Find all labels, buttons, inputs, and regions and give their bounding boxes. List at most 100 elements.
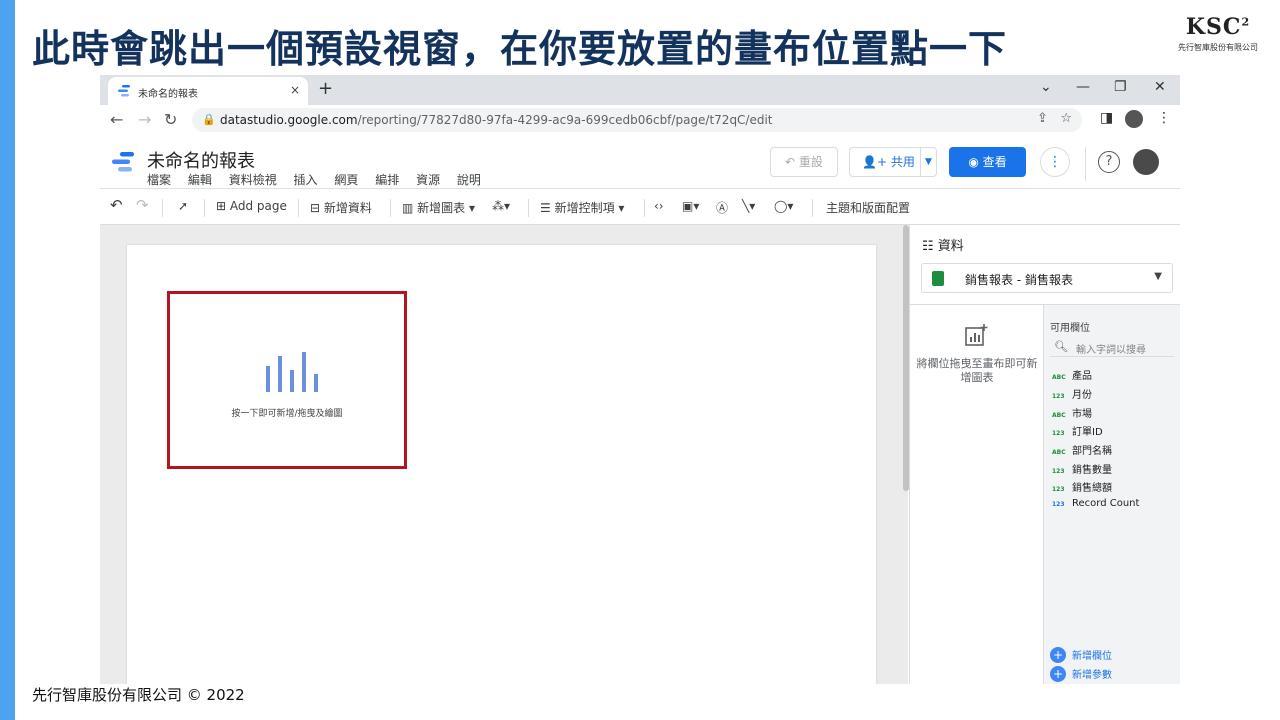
menu-arrange[interactable]: 編排: [375, 173, 399, 187]
text-type-icon: ABC: [1052, 449, 1066, 456]
header-divider: [1085, 147, 1086, 181]
image-icon[interactable]: ▣▾: [682, 199, 699, 213]
menu-data-view[interactable]: 資料檢視: [229, 173, 277, 187]
browser-tab[interactable]: 未命名的報表 ×: [108, 77, 308, 105]
number-type-icon: 123: [1052, 430, 1065, 437]
panel-title: ☷ 資料: [922, 239, 964, 254]
logo-mark: KSC2: [1185, 14, 1251, 40]
app-header: 未命名的報表 檔案 編輯 資料檢視 插入 網頁 編排 資源 說明 ↶ 重設 👤+…: [100, 137, 1180, 189]
profile-avatar[interactable]: [1125, 110, 1143, 128]
filter-icon: ☰: [540, 201, 555, 215]
address-bar-row: ← → ↻ 🔒 datastudio.google.com/reporting/…: [100, 105, 1180, 135]
field-item[interactable]: 123 月份: [1052, 386, 1092, 404]
text-type-icon: ABC: [1052, 412, 1066, 419]
field-label: 產品: [1072, 371, 1092, 382]
canvas-workspace: 按一下即可新增/拖曳及繪圖: [100, 225, 908, 684]
field-item[interactable]: 123 Record Count: [1052, 498, 1139, 516]
field-item[interactable]: ABC 產品: [1052, 367, 1092, 385]
select-pointer-icon[interactable]: ➚: [178, 199, 188, 213]
eye-icon: ◉: [968, 155, 983, 169]
embed-code-icon[interactable]: ‹›: [654, 199, 664, 213]
company-logo: KSC2 先行智庫股份有限公司: [1176, 14, 1260, 66]
add-data-button[interactable]: ⊟ 新增資料: [310, 199, 372, 216]
undo-icon[interactable]: ↶: [110, 196, 123, 214]
reset-button[interactable]: ↶ 重設: [770, 147, 838, 177]
drop-hint: 將欄位拖曳至畫布即可新增圖表: [916, 357, 1038, 384]
datasource-select[interactable]: 銷售報表 - 銷售報表 ▼: [921, 263, 1173, 293]
menu-file[interactable]: 檔案: [147, 173, 171, 187]
add-control-button[interactable]: ☰ 新增控制項 ▾: [540, 199, 624, 216]
minimize-button[interactable]: —: [1076, 79, 1090, 95]
field-item[interactable]: 123 銷售數量: [1052, 461, 1112, 479]
menu-edit[interactable]: 編輯: [188, 173, 212, 187]
text-box-icon[interactable]: Ⓐ: [716, 199, 728, 216]
report-canvas[interactable]: 按一下即可新增/拖曳及繪圖: [127, 245, 876, 684]
redo-icon[interactable]: ↷: [136, 196, 149, 214]
close-window-button[interactable]: ✕: [1154, 79, 1166, 95]
search-icon: 🔍︎: [1054, 340, 1068, 353]
restore-button[interactable]: ❐: [1114, 79, 1127, 95]
field-label: 市場: [1072, 409, 1092, 420]
field-label: 訂單ID: [1072, 427, 1103, 438]
number-type-icon: 123: [1052, 468, 1065, 475]
toolbar-divider: [644, 199, 645, 217]
tab-strip: 未命名的報表 × + ⌄ — ❐ ✕: [100, 75, 1180, 105]
toolbar-divider: [204, 199, 205, 217]
available-fields: 可用欄位 🔍︎ 輸入字詞以搜尋 ABC 產品 123 月份 ABC 市場 123 訂單I…: [1044, 304, 1180, 684]
menu-help[interactable]: 說明: [457, 173, 481, 187]
field-item[interactable]: ABC 市場: [1052, 405, 1092, 423]
url-input[interactable]: 🔒 datastudio.google.com/reporting/77827d…: [192, 108, 1082, 132]
toolbar-divider: [298, 199, 299, 217]
tab-close-icon[interactable]: ×: [290, 83, 300, 97]
editor-toolbar: ↶ ↷ ➚ ⊞ Add page ⊟ 新增資料 ▥ 新增圖表 ▾ ⁂▾ ☰ 新增…: [100, 191, 1180, 225]
user-avatar[interactable]: [1133, 149, 1159, 175]
logo-subtitle: 先行智庫股份有限公司: [1178, 43, 1258, 52]
slide-title: 此時會跳出一個預設視窗，在你要放置的畫布位置點一下: [32, 27, 1008, 71]
add-parameter-button[interactable]: + 新增參數: [1050, 666, 1112, 682]
add-person-icon: 👤+: [862, 155, 891, 169]
reload-icon[interactable]: ↻: [164, 110, 177, 129]
text-type-icon: ABC: [1052, 374, 1066, 381]
metric-type-icon: 123: [1052, 501, 1065, 508]
menu-page[interactable]: 網頁: [334, 173, 358, 187]
line-icon[interactable]: ╲▾: [742, 199, 755, 213]
add-chart-button[interactable]: ▥ 新增圖表 ▾: [402, 199, 475, 216]
back-icon[interactable]: ←: [110, 110, 123, 129]
tab-search-icon[interactable]: ⌄: [1040, 79, 1052, 95]
new-tab-button[interactable]: +: [318, 78, 333, 99]
undo-arrow-icon: ↶: [785, 155, 799, 169]
chart-placeholder[interactable]: 按一下即可新增/拖曳及繪圖: [167, 291, 407, 469]
sheets-icon: [932, 271, 944, 286]
community-viz-icon[interactable]: ⁂▾: [492, 199, 510, 213]
theme-layout-button[interactable]: 主題和版面配置: [826, 199, 910, 216]
field-item[interactable]: ABC 部門名稱: [1052, 442, 1112, 460]
tab-title: 未命名的報表: [138, 89, 198, 100]
field-item[interactable]: 123 銷售總額: [1052, 479, 1112, 497]
add-field-button[interactable]: + 新增欄位: [1050, 647, 1112, 663]
slide: 此時會跳出一個預設視窗，在你要放置的畫布位置點一下 KSC2 先行智庫股份有限公…: [0, 0, 1280, 720]
view-button[interactable]: ◉ 查看: [949, 147, 1026, 177]
more-options-icon[interactable]: ⋮: [1040, 147, 1070, 177]
field-item[interactable]: 123 訂單ID: [1052, 423, 1103, 441]
field-label: 月份: [1072, 390, 1092, 401]
datastudio-logo-icon: [112, 152, 134, 172]
share-button[interactable]: 👤+ 共用 ▼: [849, 147, 937, 177]
share-page-icon[interactable]: ⇪ ☆: [1037, 111, 1072, 126]
shape-icon[interactable]: ◯▾: [774, 199, 793, 213]
forward-icon[interactable]: →: [138, 110, 151, 129]
field-label: 銷售總額: [1072, 483, 1112, 494]
add-chart-icon: ▥: [402, 201, 418, 215]
add-page-button[interactable]: ⊞ Add page: [216, 199, 287, 213]
browser-menu-icon[interactable]: ⋮: [1157, 110, 1171, 126]
field-search-input[interactable]: 🔍︎ 輸入字詞以搜尋: [1050, 337, 1174, 357]
toolbar-divider: [812, 199, 813, 217]
menu-resource[interactable]: 資源: [416, 173, 440, 187]
menu-insert[interactable]: 插入: [294, 173, 318, 187]
report-title[interactable]: 未命名的報表: [147, 147, 255, 173]
toolbar-divider: [390, 199, 391, 217]
share-dropdown-icon[interactable]: ▼: [920, 148, 936, 176]
help-icon[interactable]: ?: [1098, 151, 1120, 173]
field-drop-zone[interactable]: 將欄位拖曳至畫布即可新增圖表: [910, 304, 1044, 684]
accent-bar: [0, 0, 15, 720]
sidebar-icon[interactable]: ◨: [1100, 110, 1113, 126]
